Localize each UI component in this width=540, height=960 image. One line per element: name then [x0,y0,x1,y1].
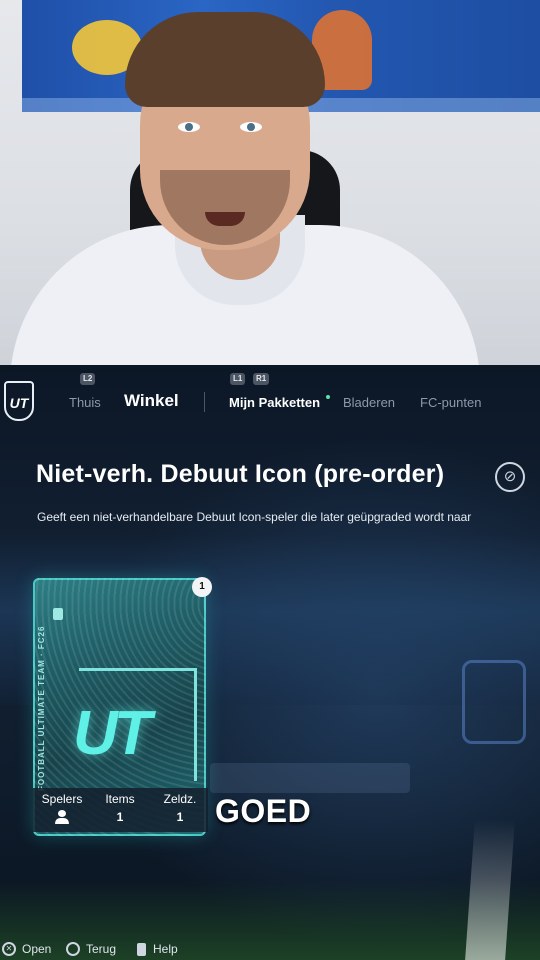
back-hint[interactable]: Terug [66,940,116,958]
stadium-logo [462,660,526,744]
stat-spelers: Spelers [33,792,91,824]
stat-label: Spelers [41,792,83,806]
tab-thuis[interactable]: Thuis [69,395,101,410]
circle-button-icon [66,942,80,956]
pack-stats: Spelers Items 1 Zeldz. 1 [33,788,208,832]
nav-divider [204,392,205,412]
video-caption: GOED [215,793,312,829]
stat-value: 1 [116,810,124,824]
pack-side-text: FOOTBALL ULTIMATE TEAM · FC26 [37,625,46,791]
stat-label: Items [105,792,135,806]
webcam-feed [0,0,540,365]
pack-count-badge: 1 [192,577,212,597]
button-hints-bar: ✕ Open Terug Help [0,938,540,960]
l1-button-hint: L1 [230,373,246,385]
stat-label: Zeldz. [163,792,197,806]
pack-ut-art: UT [73,699,152,768]
stat-value: 1 [176,810,184,824]
game-screen: UT L2 L1 R1 Thuis Winkel Mijn Pakketten … [0,365,540,960]
help-hint[interactable]: Help [137,940,178,958]
pack-title: Niet-verh. Debuut Icon (pre-order) [36,460,445,488]
pack-description: Geeft een niet-verhandelbare Debuut Icon… [37,510,472,524]
subtab-fc-punten[interactable]: FC-punten [420,395,481,410]
ut-logo: UT [4,381,34,421]
cross-button-icon: ✕ [2,942,16,956]
open-hint[interactable]: ✕ Open [2,940,51,958]
subtab-bladeren[interactable]: Bladeren [343,395,395,410]
tab-winkel[interactable]: Winkel [124,391,179,411]
person-icon [54,810,70,824]
stat-zeldzaam: Zeldz. 1 [151,792,209,824]
new-indicator-dot [326,395,330,399]
l2-button-hint: L2 [80,373,96,385]
r1-button-hint: R1 [253,373,270,385]
subtab-mijn-pakketten[interactable]: Mijn Pakketten [229,395,320,410]
no-trade-icon: ⊘ [495,462,525,492]
top-navigation: UT L2 L1 R1 Thuis Winkel Mijn Pakketten … [0,365,540,437]
stat-items: Items 1 [91,792,149,824]
touchpad-icon [137,942,146,956]
